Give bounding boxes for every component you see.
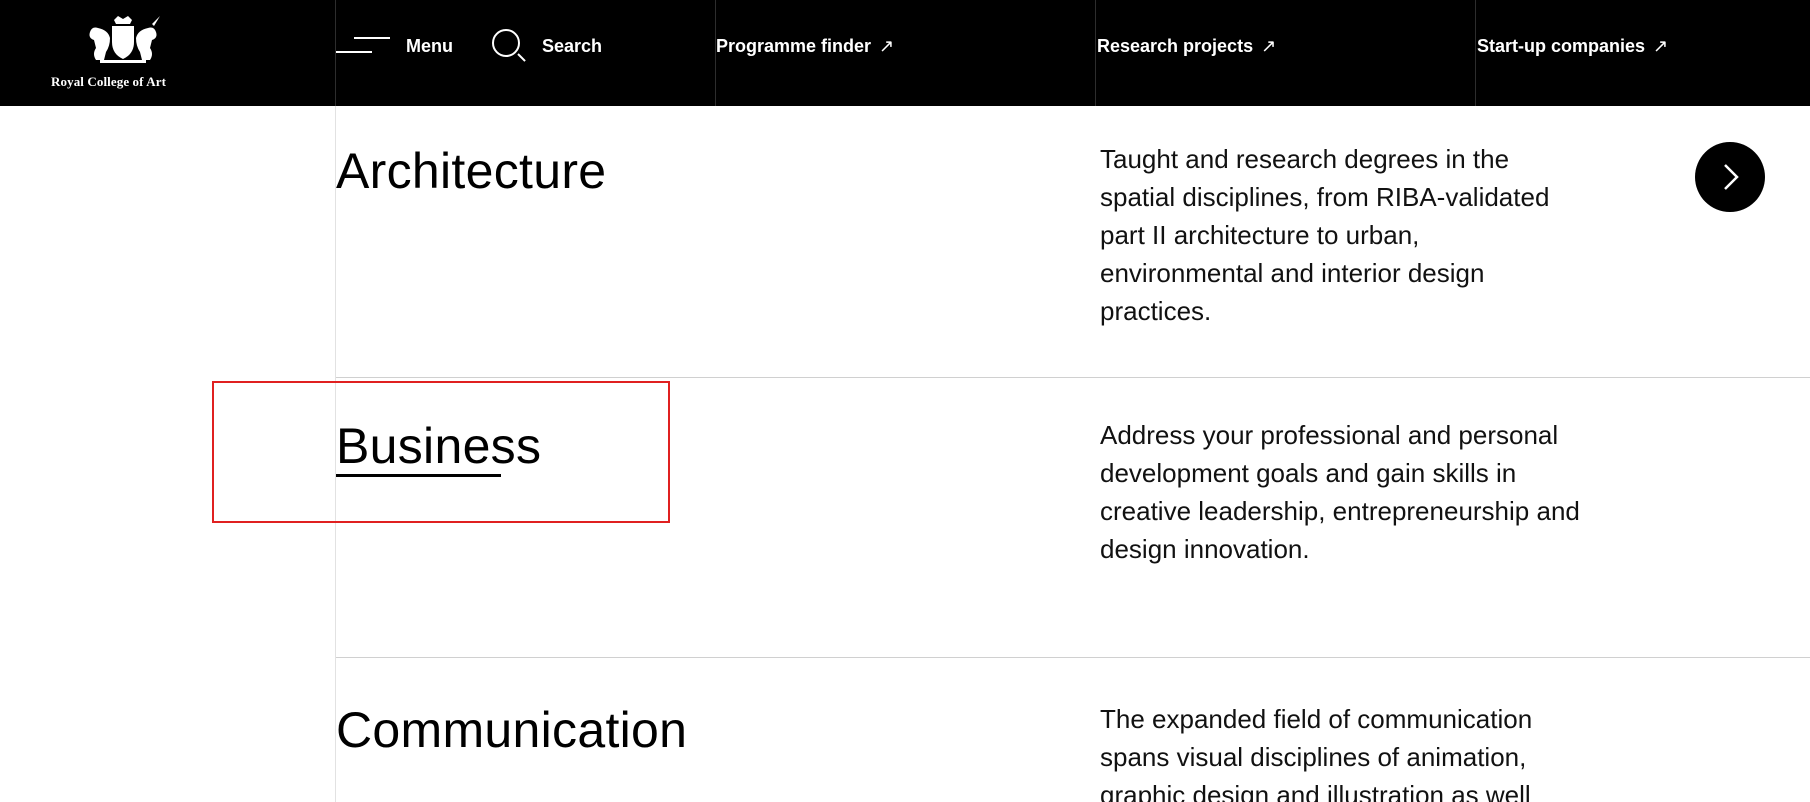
logo-text: Royal College of Art (51, 74, 167, 89)
programme-finder-link[interactable]: Programme finder ↗ (716, 0, 894, 92)
startup-companies-link[interactable]: Start-up companies ↗ (1477, 0, 1668, 92)
programme-row-communication: Communication The expanded field of comm… (336, 658, 1810, 802)
nav-divider (1095, 0, 1096, 106)
top-navigation-bar: Royal College of Art Menu Search Program… (0, 0, 1810, 106)
royal-crest-icon (89, 16, 160, 63)
programme-row-architecture: Architecture Taught and research degrees… (336, 106, 1810, 377)
programme-description-communication: The expanded field of communication span… (1100, 704, 1533, 802)
programme-row-business: Business Address your professional and p… (336, 378, 1810, 657)
programme-finder-label: Programme finder (716, 35, 872, 56)
programme-description-business: Address your professional and personal d… (1100, 420, 1580, 564)
nav-divider (1475, 0, 1476, 106)
startup-companies-label: Start-up companies (1477, 35, 1646, 56)
programme-title-business[interactable]: Business (336, 417, 541, 477)
research-projects-link[interactable]: Research projects ↗ (1097, 0, 1276, 92)
external-arrow-icon: ↗ (1261, 35, 1277, 56)
next-button[interactable] (1695, 142, 1765, 212)
external-arrow-icon: ↗ (1653, 35, 1669, 56)
programme-title-architecture[interactable]: Architecture (336, 142, 606, 200)
external-arrow-icon: ↗ (879, 35, 895, 56)
search-button[interactable]: Search (492, 0, 602, 92)
search-label: Search (542, 35, 603, 56)
menu-button[interactable]: Menu (336, 0, 453, 92)
programme-title-communication[interactable]: Communication (336, 701, 687, 759)
research-projects-label: Research projects (1097, 35, 1254, 56)
menu-icon (336, 35, 390, 57)
programme-description-architecture: Taught and research degrees in the spati… (1100, 144, 1550, 326)
chevron-right-icon (1724, 164, 1739, 190)
menu-label: Menu (406, 35, 453, 56)
logo-link[interactable]: Royal College of Art (48, 14, 198, 89)
search-icon (492, 29, 526, 63)
